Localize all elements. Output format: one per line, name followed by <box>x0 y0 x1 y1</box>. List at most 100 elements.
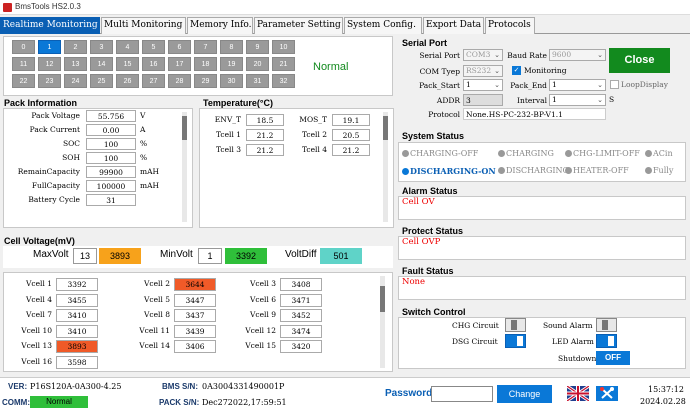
system-status-item: HEATER-OFF <box>565 166 629 175</box>
shutdown-button[interactable]: OFF <box>596 351 630 365</box>
battery-cell-6[interactable]: 6 <box>168 40 191 54</box>
baud-rate-select[interactable]: 9600 ⌄ <box>549 49 606 61</box>
battery-cell-21[interactable]: 21 <box>272 57 295 71</box>
shutdown-label: Shutdown <box>558 354 597 363</box>
vcell-label: Vcell 15 <box>245 341 276 350</box>
battery-cell-30[interactable]: 30 <box>220 74 243 88</box>
chevron-down-icon: ⌄ <box>597 81 603 89</box>
tab-realtime-monitoring[interactable]: Realtime Monitoring <box>0 17 100 34</box>
pack-info-value: 100 <box>86 152 136 164</box>
pack-end-select[interactable]: 1 ⌄ <box>549 79 606 91</box>
tab-multi-monitoring[interactable]: Multi Monitoring <box>101 17 186 34</box>
com-type-label: COM Tyep <box>419 67 460 76</box>
status-dot-icon <box>645 150 652 157</box>
chg-circuit-toggle[interactable] <box>505 318 526 332</box>
battery-cell-25[interactable]: 25 <box>90 74 113 88</box>
battery-cell-17[interactable]: 17 <box>168 57 191 71</box>
battery-cell-4[interactable]: 4 <box>116 40 139 54</box>
battery-cell-28[interactable]: 28 <box>168 74 191 88</box>
chevron-down-icon: ⌄ <box>597 96 603 104</box>
serial-port-select[interactable]: COM3 ⌄ <box>463 49 503 61</box>
com-type-select[interactable]: RS232 ⌄ <box>463 65 503 77</box>
cell-voltage-scrollbar[interactable] <box>380 276 385 368</box>
battery-cell-32[interactable]: 32 <box>272 74 295 88</box>
battery-cell-14[interactable]: 14 <box>90 57 113 71</box>
comm-status-badge: Normal <box>30 396 88 408</box>
addr-label: ADDR <box>436 96 460 105</box>
battery-cell-18[interactable]: 18 <box>194 57 217 71</box>
max-volt-cell: 13 <box>73 248 97 264</box>
battery-cell-22[interactable]: 22 <box>12 74 35 88</box>
temperature-scrollbar[interactable] <box>383 112 388 222</box>
change-button[interactable]: Change <box>497 385 552 403</box>
system-status-label: HEATER-OFF <box>573 166 629 175</box>
led-alarm-toggle[interactable] <box>596 334 617 348</box>
addr-field[interactable]: 3 <box>463 94 503 106</box>
tab-export-data[interactable]: Export Data <box>423 17 484 34</box>
loop-display-checkbox[interactable] <box>610 80 619 89</box>
monitoring-checkbox[interactable]: ✓ <box>512 66 521 75</box>
battery-cell-7[interactable]: 7 <box>194 40 217 54</box>
battery-cell-24[interactable]: 24 <box>64 74 87 88</box>
temp-value: 21.2 <box>246 129 284 141</box>
vcell-label: Vcell 9 <box>249 310 276 319</box>
battery-cell-23[interactable]: 23 <box>38 74 61 88</box>
battery-cell-31[interactable]: 31 <box>246 74 269 88</box>
protocol-field: None.HS-PC-232-BP-V1.1 <box>463 108 606 120</box>
pack-info-label: Pack Voltage <box>31 111 80 120</box>
pack-info-label: Battery Cycle <box>28 195 80 204</box>
min-volt-cell: 1 <box>198 248 222 264</box>
interval-label: Interval <box>517 96 547 105</box>
system-status-panel <box>398 142 686 182</box>
battery-cell-16[interactable]: 16 <box>142 57 165 71</box>
pack-info-value: 99900 <box>86 166 136 178</box>
tab-parameter-setting[interactable]: Parameter Setting <box>254 17 343 34</box>
pack-info-label: Pack Current <box>29 125 80 134</box>
battery-cell-12[interactable]: 12 <box>38 57 61 71</box>
battery-cell-15[interactable]: 15 <box>116 57 139 71</box>
interval-select[interactable]: 1 ⌄ <box>549 94 606 106</box>
battery-cell-0[interactable]: 0 <box>12 40 35 54</box>
english-flag-icon[interactable] <box>566 384 590 403</box>
temp-value: 18.5 <box>246 114 284 126</box>
status-dot-icon <box>402 168 409 175</box>
bms-sn-label: BMS S/N: <box>162 382 198 391</box>
system-status-label: Fully <box>653 166 674 175</box>
pack-info-value: 100 <box>86 138 136 150</box>
vcell-label: Vcell 10 <box>21 325 52 335</box>
tools-icon[interactable] <box>596 386 618 401</box>
battery-cell-19[interactable]: 19 <box>220 57 243 71</box>
battery-cell-11[interactable]: 11 <box>12 57 35 71</box>
pack-info-scrollbar[interactable] <box>182 112 187 222</box>
fault-status-title: Fault Status <box>402 266 454 276</box>
close-button[interactable]: Close <box>609 48 670 73</box>
battery-cell-9[interactable]: 9 <box>246 40 269 54</box>
dsg-circuit-toggle[interactable] <box>505 334 526 348</box>
battery-cell-29[interactable]: 29 <box>194 74 217 88</box>
vcell-value: 3893 <box>56 340 98 353</box>
protect-status-title: Protect Status <box>402 226 464 236</box>
sound-alarm-toggle[interactable] <box>596 318 617 332</box>
battery-cell-2[interactable]: 2 <box>64 40 87 54</box>
battery-cell-3[interactable]: 3 <box>90 40 113 54</box>
battery-cell-1[interactable]: 1 <box>38 40 61 54</box>
battery-cell-27[interactable]: 27 <box>142 74 165 88</box>
battery-cell-26[interactable]: 26 <box>116 74 139 88</box>
vcell-value: 3452 <box>280 309 322 322</box>
battery-cell-10[interactable]: 10 <box>272 40 295 54</box>
password-input[interactable] <box>431 386 493 402</box>
pack-start-select[interactable]: 1 ⌄ <box>463 79 503 91</box>
tab-protocols[interactable]: Protocols <box>485 17 535 34</box>
battery-cell-8[interactable]: 8 <box>220 40 243 54</box>
battery-cell-5[interactable]: 5 <box>142 40 165 54</box>
vcell-label: Vcell 1 <box>25 279 52 288</box>
tab-system-config[interactable]: System Config. <box>344 17 422 34</box>
status-dot-icon <box>402 150 409 157</box>
battery-cell-13[interactable]: 13 <box>64 57 87 71</box>
tab-memory-info[interactable]: Memory Info. <box>187 17 253 34</box>
led-alarm-label: LED Alarm <box>552 337 594 346</box>
pack-info-label: RemainCapacity <box>17 167 80 176</box>
battery-cell-20[interactable]: 20 <box>246 57 269 71</box>
system-status-label: DISCHARGING-ON <box>410 166 496 176</box>
pack-info-title: Pack Information <box>4 98 78 108</box>
